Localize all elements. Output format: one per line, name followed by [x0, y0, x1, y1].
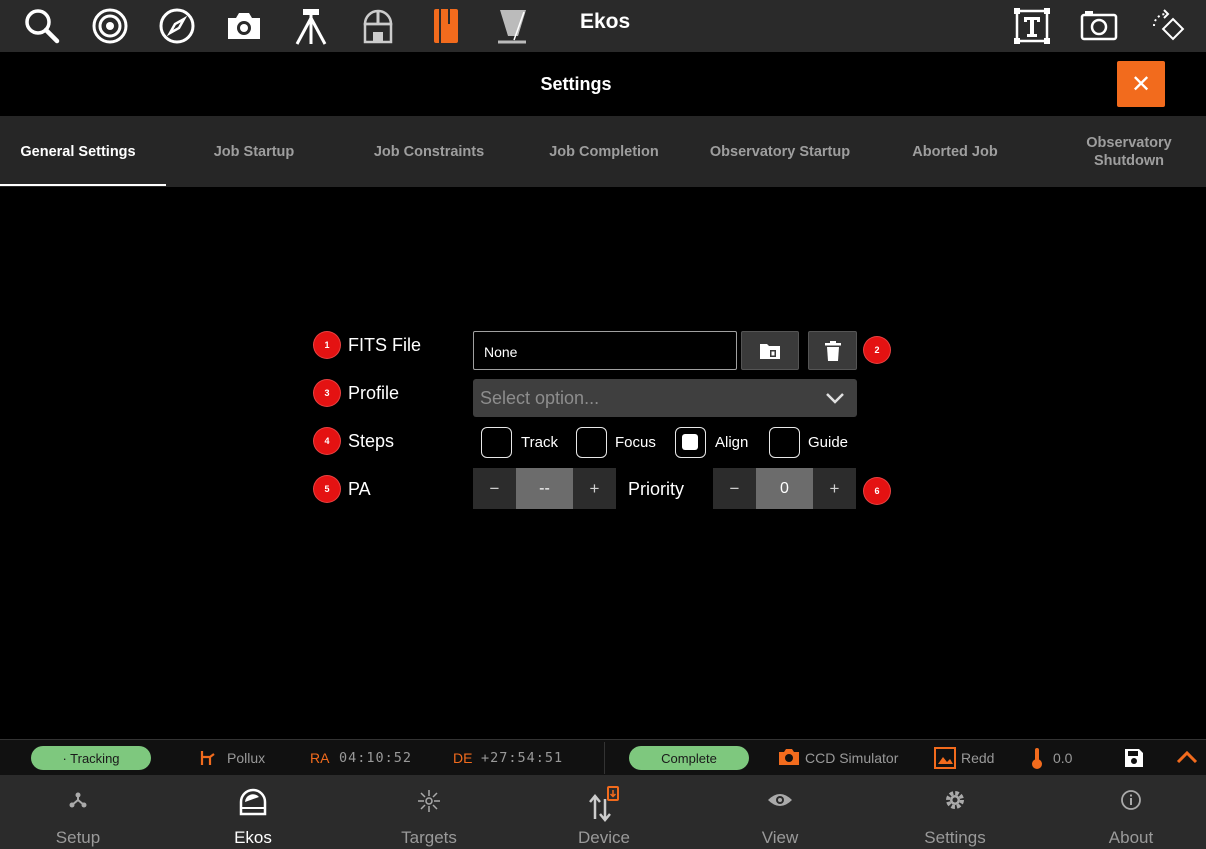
fits-file-label: FITS File — [348, 335, 422, 355]
annotation-badge-5: 5 — [313, 475, 341, 503]
bottom-navigation: Setup Ekos Targets Device View Settings … — [0, 775, 1206, 849]
tab-job-completion[interactable]: Job Completion — [526, 116, 682, 187]
guide-checkbox-label: Guide — [808, 434, 849, 451]
de-label: DE — [453, 750, 473, 766]
pa-decrement-button[interactable]: − — [473, 468, 516, 509]
observatory-icon[interactable] — [356, 4, 400, 48]
annotation-badge-4: 4 — [313, 427, 341, 455]
about-icon — [1121, 790, 1141, 810]
view-icon — [768, 794, 792, 806]
nav-item-ekos[interactable]: Ekos — [178, 775, 328, 849]
temperature-value: 0.0 — [1053, 750, 1073, 766]
settings-tabs: General Settings Job Startup Job Constra… — [0, 116, 1206, 187]
align-checkbox-label: Align — [715, 434, 749, 451]
steps-label: Steps — [348, 431, 395, 451]
tripod-icon[interactable] — [289, 4, 333, 48]
nav-item-targets[interactable]: Targets — [354, 775, 504, 849]
track-checkbox[interactable] — [481, 427, 512, 458]
text-box-icon[interactable] — [1010, 4, 1054, 48]
search-icon[interactable] — [20, 4, 64, 48]
flat-field-icon[interactable] — [491, 4, 535, 48]
ekos-icon — [239, 788, 267, 816]
priority-decrement-button[interactable]: − — [713, 468, 756, 509]
profile-select-placeholder: Select option... — [480, 388, 600, 408]
tracking-status-badge: · Tracking — [31, 746, 151, 770]
tab-general-settings[interactable]: General Settings — [0, 116, 156, 187]
status-divider — [604, 742, 605, 774]
ra-label: RA — [310, 750, 330, 766]
profile-label: Profile — [348, 383, 400, 403]
chevron-down-icon — [826, 393, 844, 404]
nav-label-settings: Settings — [924, 828, 986, 847]
priority-value[interactable]: 0 — [756, 468, 813, 509]
nav-item-view[interactable]: View — [705, 775, 855, 849]
ccd-camera-icon — [779, 749, 799, 765]
setup-icon — [69, 792, 87, 808]
de-value: +27:54:51 — [481, 750, 564, 766]
target-name: Pollux — [227, 750, 266, 766]
annotation-badge-3: 3 — [313, 379, 341, 407]
notebook-icon[interactable] — [424, 4, 468, 48]
top-toolbar: Ekos — [0, 0, 1206, 52]
save-icon[interactable] — [1124, 748, 1144, 768]
close-button[interactable]: ✕ — [1117, 61, 1165, 107]
nav-label-ekos: Ekos — [234, 828, 272, 847]
fits-file-field[interactable]: None — [473, 331, 737, 370]
target-icon[interactable] — [88, 4, 132, 48]
delete-file-button[interactable] — [808, 331, 857, 370]
complete-status-badge: Complete — [629, 746, 749, 770]
folder-icon — [760, 343, 780, 359]
nav-item-setup[interactable]: Setup — [3, 775, 153, 849]
annotation-badge-1: 1 — [313, 331, 341, 359]
tab-observatory-shutdown[interactable]: Observatory Shutdown — [1070, 116, 1188, 187]
status-bar: · Tracking Pollux RA 04:10:52 DE +27:54:… — [0, 739, 1206, 775]
pa-value[interactable]: -- — [516, 468, 573, 509]
image-icon — [934, 747, 956, 769]
mount-icon — [200, 751, 215, 765]
tab-job-constraints[interactable]: Job Constraints — [351, 116, 507, 187]
nav-label-setup: Setup — [55, 828, 101, 847]
annotation-badge-6: 6 — [863, 477, 891, 505]
settings-title: Settings — [540, 74, 612, 94]
camera-name: CCD Simulator — [805, 750, 899, 766]
pa-increment-button[interactable]: + — [573, 468, 616, 509]
focus-checkbox[interactable] — [576, 427, 607, 458]
snapshot-icon[interactable] — [1077, 4, 1121, 48]
chevron-up-icon[interactable] — [1176, 749, 1198, 765]
focus-checkbox-label: Focus — [615, 434, 656, 451]
settings-header: Settings ✕ — [0, 52, 1206, 116]
ra-value: 04:10:52 — [339, 750, 413, 766]
tab-aborted-job[interactable]: Aborted Job — [877, 116, 1033, 187]
filter-name: Redd — [961, 750, 995, 766]
app-title: Ekos — [580, 10, 631, 33]
tab-observatory-startup[interactable]: Observatory Startup — [700, 116, 860, 187]
active-tab-indicator — [0, 184, 166, 186]
nav-label-about: About — [1108, 828, 1154, 847]
nav-item-device[interactable]: Device — [529, 775, 679, 849]
camera-icon[interactable] — [222, 4, 266, 48]
compass-icon[interactable] — [155, 4, 199, 48]
browse-file-button[interactable] — [741, 331, 799, 370]
close-icon: ✕ — [1130, 70, 1152, 98]
tab-job-startup[interactable]: Job Startup — [176, 116, 332, 187]
track-checkbox-label: Track — [521, 434, 558, 451]
settings-icon — [946, 791, 964, 809]
pa-label: PA — [348, 479, 371, 499]
nav-item-settings[interactable]: Settings — [880, 775, 1030, 849]
device-icon — [589, 786, 619, 822]
nav-label-view: View — [761, 828, 799, 847]
nav-item-about[interactable]: About — [1056, 775, 1206, 849]
priority-label: Priority — [628, 479, 685, 499]
annotation-badge-2: 2 — [863, 336, 891, 364]
nav-label-targets: Targets — [401, 828, 457, 847]
profile-select[interactable]: Select option... — [473, 379, 857, 417]
priority-increment-button[interactable]: + — [813, 468, 856, 509]
targets-icon — [418, 790, 440, 812]
trash-icon — [824, 340, 841, 361]
thermometer-icon — [1032, 748, 1042, 769]
nav-label-device: Device — [578, 828, 630, 847]
rotate-icon[interactable] — [1144, 4, 1188, 48]
align-checkbox[interactable] — [675, 427, 706, 458]
guide-checkbox[interactable] — [769, 427, 800, 458]
